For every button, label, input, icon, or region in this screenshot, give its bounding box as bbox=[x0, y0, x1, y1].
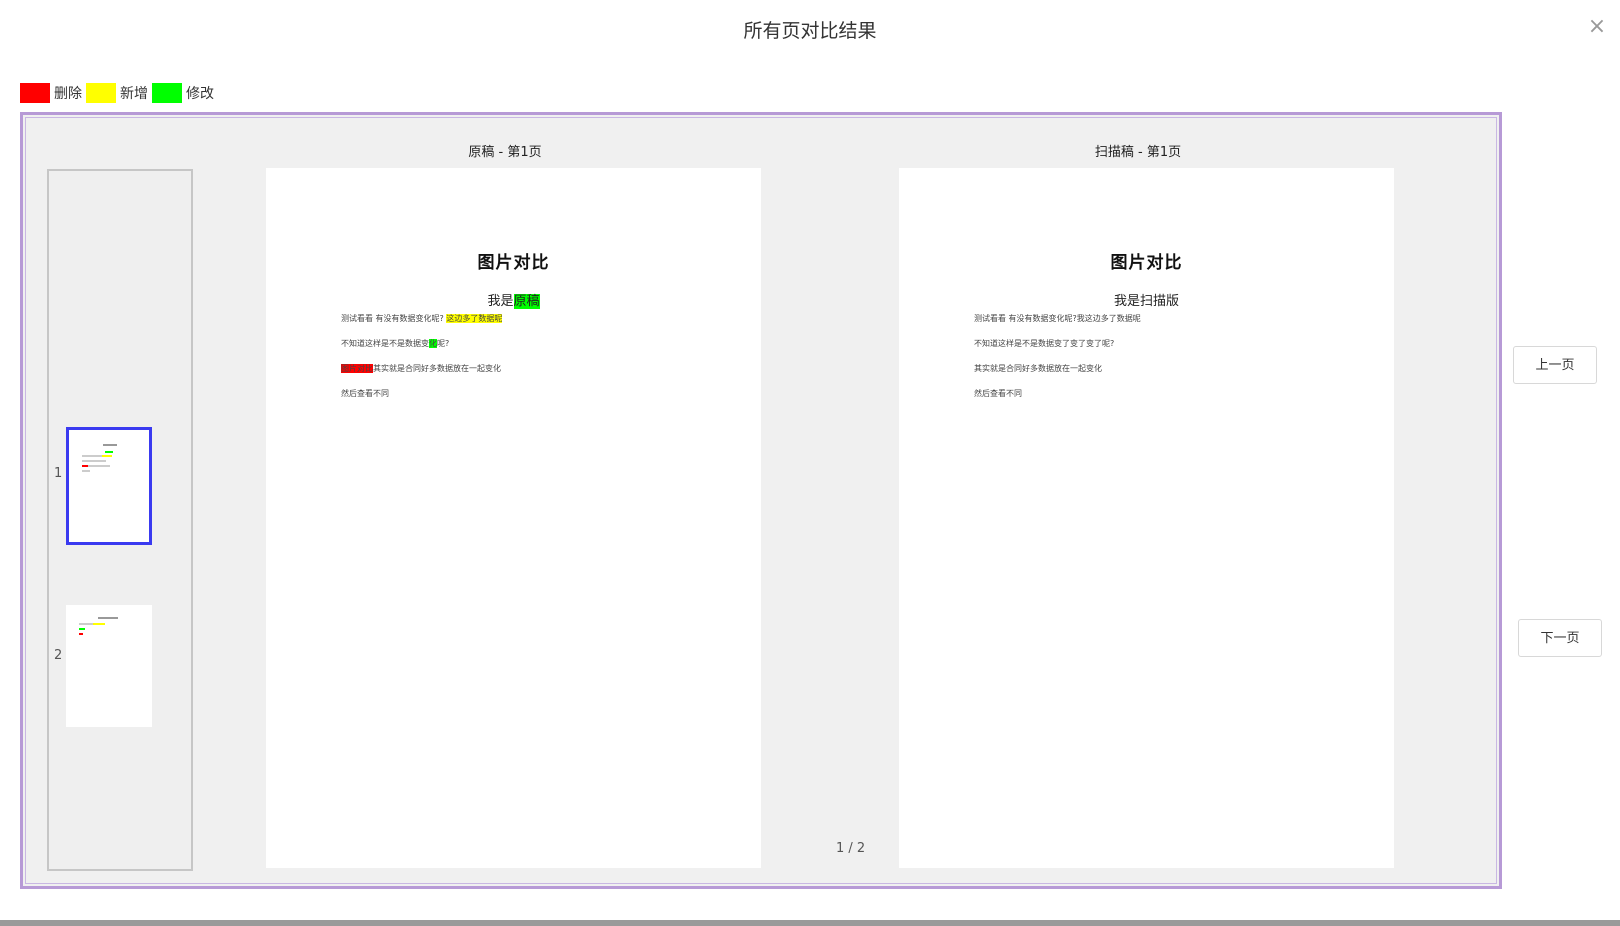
thumbnail-page-1[interactable] bbox=[66, 427, 152, 545]
scan-doc-title: 图片对比 bbox=[1110, 253, 1183, 273]
scan-line-2: 不知道这样是不是数据变了变了变了呢? bbox=[974, 339, 1115, 348]
scan-line-3: 其实就是合同好多数据放在一起变化 bbox=[974, 364, 1102, 373]
line-text: 其实就是合同好多数据放在一起变化 bbox=[373, 364, 501, 373]
line-text: 呢? bbox=[437, 339, 450, 348]
original-page-header: 原稿 - 第1页 bbox=[468, 145, 542, 160]
comparison-frame-inner: 1 2 原稿 - 第1页 图片对比 我是原稿 测试看看 有没有数据变化呢? 这边… bbox=[25, 117, 1497, 884]
scan-page: 图片对比 我是扫描版 测试看看 有没有数据变化呢?我这边多了数据呢 不知道这样是… bbox=[899, 168, 1394, 868]
diff-modified: 原稿 bbox=[513, 294, 540, 309]
dialog-title: 所有页对比结果 bbox=[743, 20, 877, 42]
page-counter: 1 / 2 bbox=[836, 841, 866, 856]
line-text: 测试看看 有没有数据变化呢? bbox=[341, 314, 447, 323]
thumbnail-number-1: 1 bbox=[54, 466, 63, 481]
line-text: 不知道这样是不是数据变 bbox=[341, 339, 429, 348]
comparison-frame: 1 2 原稿 - 第1页 图片对比 我是原稿 测试看看 有没有数据变化呢? 这边… bbox=[20, 112, 1502, 889]
original-doc-subtitle: 我是原稿 bbox=[266, 290, 761, 309]
legend-swatch-modify bbox=[152, 83, 182, 103]
original-line-3: 图片对比其实就是合同好多数据放在一起变化 bbox=[341, 363, 501, 374]
diff-deleted: 图片对比 bbox=[341, 364, 373, 373]
diff-modified: 化 bbox=[429, 339, 437, 348]
original-doc-title: 图片对比 bbox=[477, 253, 550, 273]
legend-swatch-delete bbox=[20, 83, 50, 103]
next-page-button[interactable]: 下一页 bbox=[1518, 619, 1602, 657]
prev-page-button[interactable]: 上一页 bbox=[1513, 346, 1597, 384]
original-line-1: 测试看看 有没有数据变化呢? 这边多了数据呢 bbox=[341, 313, 503, 324]
diff-added: 这边多了数据呢 bbox=[446, 314, 503, 323]
original-line-2: 不知道这样是不是数据变化呢? bbox=[341, 338, 449, 349]
legend-swatch-add bbox=[86, 83, 116, 103]
scan-line-1: 测试看看 有没有数据变化呢?我这边多了数据呢 bbox=[974, 314, 1141, 323]
bottom-scrollbar[interactable] bbox=[0, 920, 1620, 926]
legend-label-add: 新增 bbox=[120, 86, 148, 102]
thumbnail-panel[interactable]: 1 2 bbox=[47, 169, 193, 871]
scan-line-4: 然后查看不同 bbox=[974, 389, 1022, 398]
thumbnail-number-2: 2 bbox=[54, 648, 63, 663]
original-page: 图片对比 我是原稿 测试看看 有没有数据变化呢? 这边多了数据呢 不知道这样是不… bbox=[266, 168, 761, 868]
scan-page-header: 扫描稿 - 第1页 bbox=[1094, 145, 1182, 160]
scan-doc-subtitle: 我是扫描版 bbox=[1113, 294, 1179, 309]
thumbnail-page-2[interactable] bbox=[66, 605, 152, 727]
original-line-4: 然后查看不同 bbox=[341, 389, 389, 398]
subtitle-text: 我是 bbox=[487, 294, 514, 309]
legend: 删除 新增 修改 bbox=[20, 82, 218, 104]
legend-label-modify: 修改 bbox=[186, 86, 214, 102]
legend-label-delete: 删除 bbox=[54, 86, 82, 102]
close-icon[interactable]: × bbox=[1584, 14, 1610, 40]
